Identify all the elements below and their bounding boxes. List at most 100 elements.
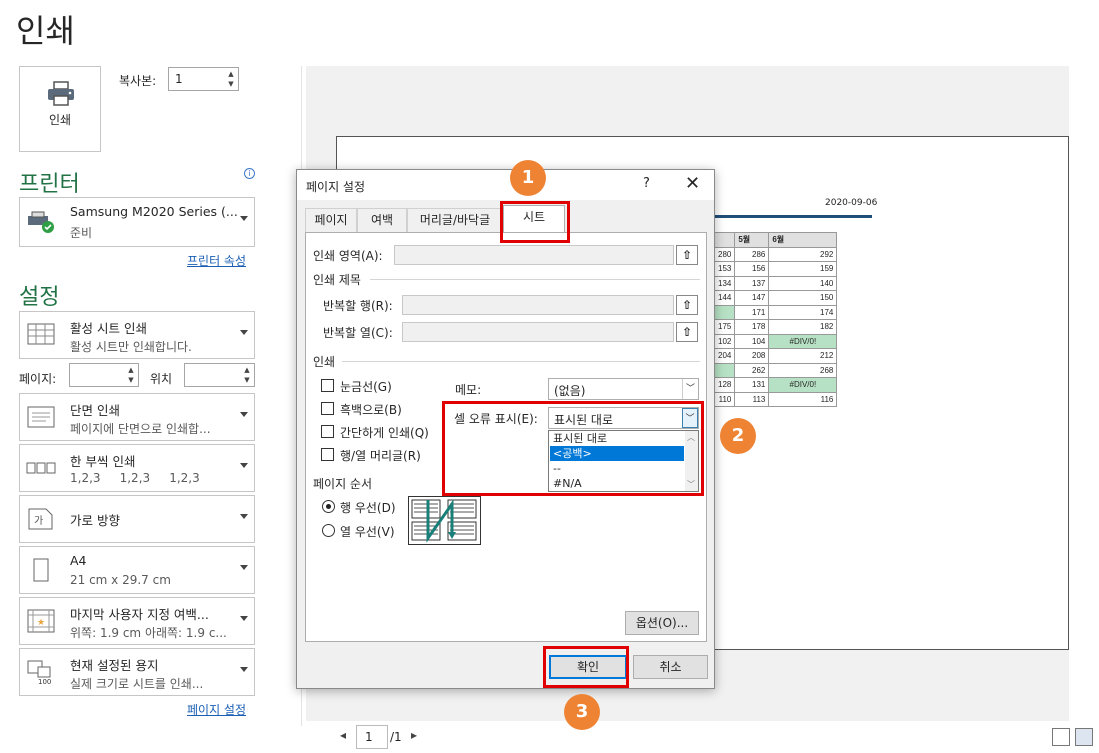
chevron-down-icon: [240, 565, 248, 570]
zoom-to-page-icon[interactable]: [1075, 728, 1093, 746]
printer-heading: 프린터: [19, 172, 80, 197]
highlight-sheet-tab: [500, 201, 570, 243]
table-row: 153 156 159: [713, 261, 838, 277]
spin-arrows-icon[interactable]: ▲ ▼: [226, 69, 236, 89]
print-what-dropdown[interactable]: 활성 시트 인쇄 활성 시트만 인쇄합니다.: [19, 311, 255, 359]
table-row: 134 137 140: [713, 275, 838, 291]
comments-label: 메모:: [455, 383, 482, 397]
page-number-input[interactable]: 1: [356, 725, 388, 749]
pages-to-label: 위치: [150, 372, 173, 386]
help-icon[interactable]: ?: [643, 176, 650, 191]
custom-margins-icon: ★: [27, 609, 55, 633]
orientation-dropdown[interactable]: 가 가로 방향: [19, 495, 255, 543]
printer-dropdown[interactable]: Samsung M2020 Series (... 준비: [19, 197, 255, 247]
chevron-down-icon: [240, 667, 248, 672]
print-group-label: 인쇄: [313, 355, 336, 369]
table-row: 128 131 #DIV/0!: [713, 377, 838, 393]
scaling-icon: 100: [27, 660, 51, 685]
table-row: 262 268: [713, 362, 838, 378]
print-titles-label: 인쇄 제목: [313, 273, 361, 287]
collapse-dialog-icon[interactable]: ⇧: [676, 245, 698, 265]
table-row: 204 208 212: [713, 348, 838, 364]
collapse-dialog-icon[interactable]: ⇧: [676, 295, 698, 315]
margins-dropdown[interactable]: ★ 마지막 사용자 지정 여백... 위쪽: 1.9 cm 아래쪽: 1.9 c…: [19, 597, 255, 645]
table-row: 175 178 182: [713, 319, 838, 335]
cols-to-repeat-label: 반복할 열(C):: [323, 326, 393, 340]
page-order-diagram-icon: [408, 496, 481, 545]
down-then-over-radio[interactable]: [322, 500, 335, 513]
callout-2: 2: [720, 418, 756, 454]
svg-text:가: 가: [34, 515, 43, 527]
settings-heading: 설정: [19, 285, 60, 310]
callout-3: 3: [564, 694, 600, 730]
page-order-label: 페이지 순서: [313, 477, 373, 491]
over-then-down-radio[interactable]: [322, 524, 335, 537]
cancel-button[interactable]: 취소: [633, 655, 708, 679]
options-button[interactable]: 옵션(O)...: [625, 611, 699, 635]
chevron-down-icon: [240, 412, 248, 417]
chevron-down-icon: [240, 216, 248, 221]
printer-ready-icon: [28, 211, 54, 233]
dialog-title: 페이지 설정: [306, 180, 366, 194]
table-header-row: 5월 6월: [713, 232, 838, 248]
black-white-checkbox[interactable]: [321, 402, 334, 415]
pages-from-stepper[interactable]: ▲ ▼: [69, 363, 139, 387]
chevron-down-icon: ﹀: [682, 379, 698, 399]
callout-1: 1: [510, 160, 546, 196]
next-page-icon[interactable]: ▸: [411, 728, 417, 742]
print-button-label: 인쇄: [48, 113, 72, 127]
paper-size-dropdown[interactable]: A4 21 cm x 29.7 cm: [19, 546, 255, 594]
prev-page-icon[interactable]: ◂: [340, 728, 346, 742]
spin-arrows-icon[interactable]: ▲ ▼: [242, 365, 252, 385]
collate-dropdown[interactable]: 한 부씩 인쇄 1,2,3 1,2,3 1,2,3: [19, 444, 255, 492]
svg-text:100: 100: [38, 678, 51, 685]
paper-icon: [33, 558, 49, 582]
page-setup-link[interactable]: 페이지 설정: [187, 701, 246, 718]
close-icon[interactable]: ✕: [685, 173, 700, 194]
preview-date: 2020-09-06: [825, 198, 878, 208]
info-icon[interactable]: i: [244, 168, 255, 179]
preview-title-underline: [714, 215, 872, 218]
show-margins-icon[interactable]: [1052, 728, 1070, 746]
chevron-down-icon: [240, 514, 248, 519]
table-row: 102 104 #DIV/0!: [713, 333, 838, 349]
chevron-down-icon: [240, 463, 248, 468]
pages-to-stepper[interactable]: ▲ ▼: [184, 363, 255, 387]
tab-page[interactable]: 페이지: [305, 208, 357, 232]
one-sided-icon: [27, 406, 55, 428]
copies-label: 복사본:: [119, 74, 157, 88]
comments-select[interactable]: (없음) ﹀: [548, 378, 699, 400]
gridlines-checkbox[interactable]: [321, 379, 334, 392]
copies-stepper[interactable]: 1 ▲ ▼: [168, 67, 239, 91]
rows-to-repeat-input[interactable]: [402, 295, 674, 315]
printer-icon: [48, 81, 74, 106]
preview-table: 5월 6월 280 286 292 153 156 159 134 137 140 144 1…: [713, 232, 838, 407]
chevron-down-icon: [240, 616, 248, 621]
tab-margins[interactable]: 여백: [357, 208, 407, 232]
print-area-label: 인쇄 영역(A):: [313, 249, 383, 263]
pages-label: 페이지:: [19, 372, 57, 386]
scaling-dropdown[interactable]: 100 현재 설정된 용지 실제 크기로 시트를 인쇄...: [19, 648, 255, 696]
printer-properties-link[interactable]: 프린터 속성: [187, 252, 246, 269]
print-button[interactable]: 인쇄: [19, 66, 101, 152]
sides-dropdown[interactable]: 단면 인쇄 페이지에 단면으로 인쇄합...: [19, 393, 255, 441]
collated-icon: [26, 462, 56, 474]
draft-quality-checkbox[interactable]: [321, 425, 334, 438]
tab-header-footer[interactable]: 머리글/바닥글: [407, 208, 503, 232]
spin-arrows-icon[interactable]: ▲ ▼: [126, 365, 136, 385]
table-row: 144 147 150: [713, 290, 838, 306]
page-total: /1: [390, 730, 402, 744]
table-row: 110 113 116: [713, 391, 838, 407]
chevron-down-icon: [240, 330, 248, 335]
page-title: 인쇄: [16, 12, 75, 50]
highlight-ok-button: [543, 646, 629, 688]
print-area-input[interactable]: [394, 245, 674, 265]
cols-to-repeat-input[interactable]: [402, 322, 674, 342]
rows-to-repeat-label: 반복할 행(R):: [323, 299, 393, 313]
row-col-headings-checkbox[interactable]: [321, 448, 334, 461]
table-row: 171 174: [713, 304, 838, 320]
dialog-titlebar: 페이지 설정 ? ✕: [297, 170, 714, 200]
collapse-dialog-icon[interactable]: ⇧: [676, 322, 698, 342]
sheet-grid-icon: [27, 323, 55, 345]
highlight-cell-errors: [442, 401, 704, 496]
